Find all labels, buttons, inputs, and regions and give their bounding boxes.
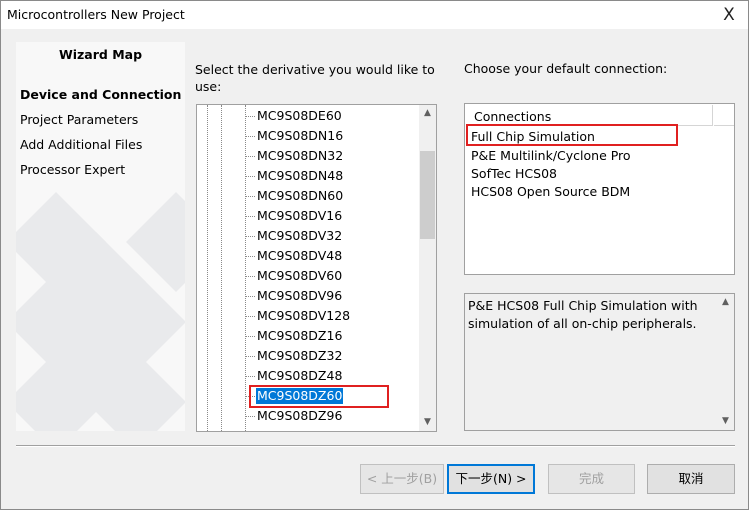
connection-item-hcs08-bdm[interactable]: HCS08 Open Source BDM [471, 184, 630, 199]
derivative-item[interactable]: MC9S08DZ48 [197, 366, 419, 386]
connection-item-pe-multilink[interactable]: P&E Multilink/Cyclone Pro [471, 148, 631, 163]
derivative-item[interactable]: MC9S08DV48 [197, 246, 419, 266]
derivative-item-label: MC9S08DN60 [257, 188, 344, 203]
connection-description: P&E HCS08 Full Chip Simulation with simu… [468, 298, 698, 331]
derivative-item[interactable]: MC9S08DZ96 [197, 406, 419, 426]
derivative-item[interactable]: MC9S08DV128 [197, 306, 419, 326]
derivative-item[interactable]: MC9S08DZ32 [197, 346, 419, 366]
wizard-map-title: Wizard Map [58, 47, 143, 62]
title-bar: Microcontrollers New Project X [1, 1, 748, 29]
derivative-item-label: MC9S08DN32 [257, 148, 344, 163]
connection-prompt: Choose your default connection: [464, 61, 668, 76]
finish-button[interactable]: 完成 [548, 464, 635, 494]
description-scrollbar[interactable]: ▲ ▼ [717, 294, 734, 430]
close-button[interactable]: X [712, 2, 746, 28]
derivative-item-label: MC9S08DZ96 [257, 408, 343, 423]
connections-column-header[interactable]: Connections [466, 105, 713, 126]
connection-description-box: P&E HCS08 Full Chip Simulation with simu… [464, 293, 735, 431]
derivative-item-label: MC9S08DV128 [257, 308, 351, 323]
derivative-item-label: MC9S08DZ16 [257, 328, 343, 343]
derivative-item-label: MC9S08DV48 [257, 248, 343, 263]
derivative-tree[interactable]: MC9S08DE60 MC9S08DN16 MC9S08DN32 MC9S08DN48… [196, 104, 437, 432]
derivative-item[interactable]: MC9S08DN16 [197, 126, 419, 146]
derivative-item[interactable]: MC9S08DN48 [197, 166, 419, 186]
derivative-item[interactable]: MC9S08DE60 [197, 106, 419, 126]
wizard-map-panel: Wizard Map Device and Connection Project… [16, 42, 185, 431]
window-title: Microcontrollers New Project [7, 7, 185, 22]
connection-item-softec-hcs08[interactable]: SofTec HCS08 [471, 166, 557, 181]
annotation-box-connection [466, 124, 678, 146]
derivative-item-label: MC9S08DV60 [257, 268, 343, 283]
scroll-up-icon[interactable]: ▲ [419, 105, 436, 122]
derivative-item[interactable]: MC9S08DN32 [197, 146, 419, 166]
button-separator [16, 445, 735, 447]
derivative-item[interactable]: MC9S08DN60 [197, 186, 419, 206]
annotation-box-derivative [249, 385, 389, 408]
connections-header-label: Connections [474, 109, 552, 124]
derivative-item-label: MC9S08DZ48 [257, 368, 343, 383]
derivative-prompt: Select the derivative you would like to … [195, 62, 435, 94]
new-project-dialog: Microcontrollers New Project X Wizard Ma… [0, 0, 749, 510]
derivative-item[interactable]: MC9S08DV32 [197, 226, 419, 246]
derivative-item-label: MC9S08DE60 [257, 108, 342, 123]
derivative-item[interactable]: MC9S08DV60 [197, 266, 419, 286]
scrollbar-thumb[interactable] [420, 151, 435, 239]
scroll-down-icon[interactable]: ▼ [717, 413, 734, 430]
derivative-item-label: MC9S08DV32 [257, 228, 343, 243]
derivative-item[interactable]: MC9S08DZ16 [197, 326, 419, 346]
derivative-scrollbar[interactable]: ▲ ▼ [419, 105, 436, 431]
derivative-item[interactable]: MC9S08DV16 [197, 206, 419, 226]
wizard-step-processor-expert: Processor Expert [20, 162, 126, 177]
derivative-item[interactable]: MC9S08DV96 [197, 286, 419, 306]
derivative-item-label: MC9S08DN48 [257, 168, 344, 183]
next-button[interactable]: 下一步(N) > [447, 464, 535, 494]
back-button[interactable]: < 上一步(B) [360, 464, 444, 494]
wizard-step-additional-files: Add Additional Files [20, 137, 143, 152]
cancel-button[interactable]: 取消 [647, 464, 735, 494]
derivative-item-label: MC9S08DV16 [257, 208, 343, 223]
scroll-down-icon[interactable]: ▼ [419, 414, 436, 431]
wizard-step-project-parameters: Project Parameters [20, 112, 139, 127]
derivative-item-label: MC9S08DN16 [257, 128, 344, 143]
wizard-step-device-connection: Device and Connection [20, 87, 182, 102]
derivative-item-label: MC9S08DV96 [257, 288, 343, 303]
scroll-up-icon[interactable]: ▲ [717, 294, 734, 311]
derivative-item-label: MC9S08DZ32 [257, 348, 343, 363]
